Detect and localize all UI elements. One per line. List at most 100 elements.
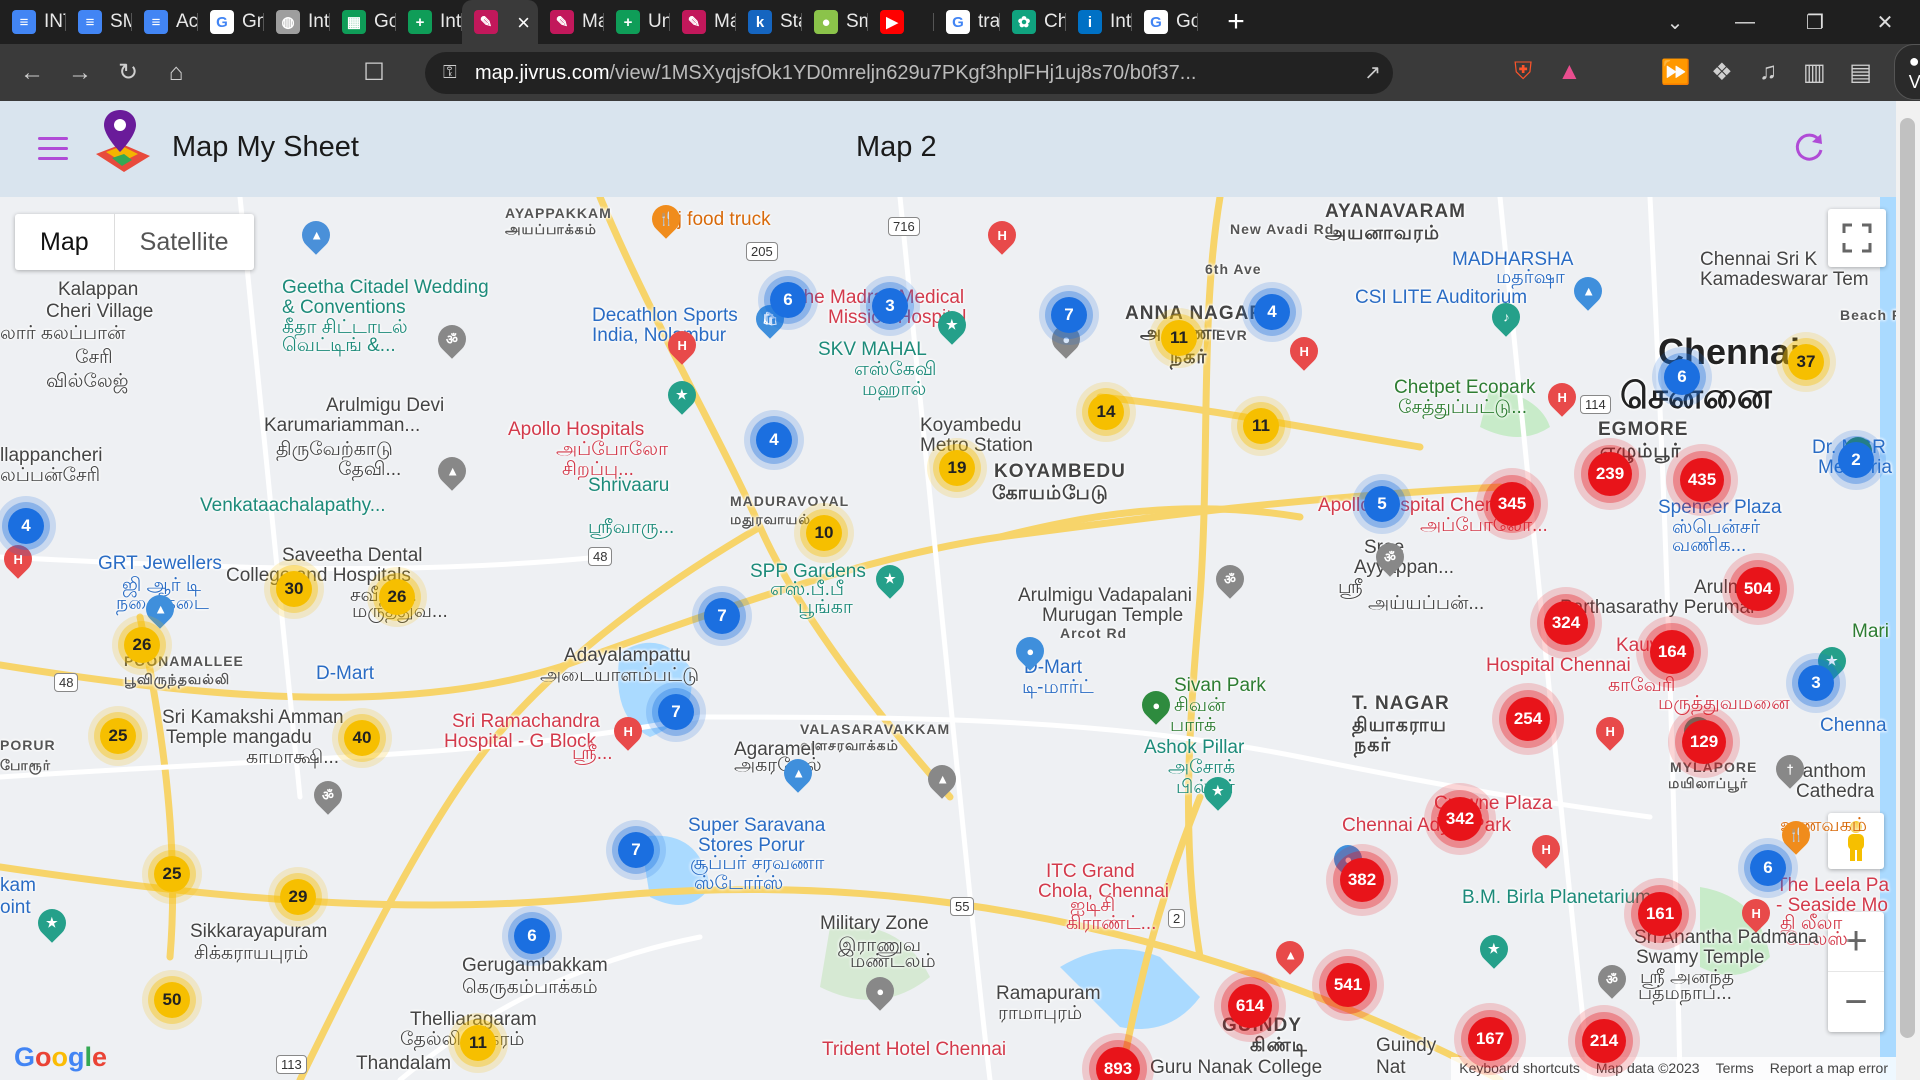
refresh-icon[interactable]	[1792, 131, 1826, 165]
browser-tab[interactable]: k Star	[736, 0, 802, 44]
marker-cluster-red[interactable]: 254	[1506, 697, 1550, 741]
marker-cluster-red[interactable]: 164	[1650, 630, 1694, 674]
marker-cluster-blue[interactable]: 4	[8, 508, 44, 544]
bookmark-icon[interactable]: ☐	[350, 49, 398, 97]
share-icon[interactable]: ↗	[1364, 60, 1381, 85]
browser-tab[interactable]: ● Sma	[802, 0, 868, 44]
back-icon[interactable]: ←	[8, 49, 56, 97]
marker-cluster-yellow[interactable]: 37	[1788, 344, 1824, 380]
marker-cluster-blue[interactable]: 6	[514, 918, 550, 954]
zoom-out-button[interactable]: −	[1828, 972, 1884, 1032]
new-tab-button[interactable]: +	[1216, 5, 1256, 39]
tab-search-icon[interactable]: ⌄	[1640, 10, 1710, 35]
fullscreen-icon[interactable]	[1828, 209, 1886, 267]
marker-cluster-blue[interactable]: 7	[1051, 297, 1087, 333]
marker-cluster-red[interactable]: 382	[1340, 858, 1384, 902]
browser-tab[interactable]: G Gm	[198, 0, 264, 44]
marker-cluster-yellow[interactable]: 25	[100, 718, 136, 754]
marker-cluster-yellow[interactable]: 10	[806, 515, 842, 551]
close-tab-icon[interactable]: ×	[517, 10, 530, 36]
extensions-icon[interactable]: ❖	[1699, 48, 1745, 96]
marker-cluster-yellow[interactable]: 14	[1088, 394, 1124, 430]
vpn-button[interactable]: ● VPN	[1893, 44, 1920, 100]
marker-cluster-blue[interactable]: 2	[1838, 442, 1874, 478]
media-icon[interactable]: ♫	[1745, 48, 1791, 96]
browser-tab[interactable]: ◍ Inte	[264, 0, 330, 44]
marker-cluster-red[interactable]: 239	[1588, 452, 1632, 496]
page-scrollbar-thumb[interactable]	[1900, 118, 1915, 1038]
marker-cluster-red[interactable]: 614	[1228, 984, 1272, 1028]
browser-tab[interactable]: ≡ Acc	[132, 0, 198, 44]
hamburger-menu-icon[interactable]	[38, 137, 68, 161]
sidebar-icon[interactable]: ▥	[1791, 48, 1837, 96]
marker-cluster-blue[interactable]: 3	[1798, 665, 1834, 701]
browser-tab[interactable]: + Inte	[396, 0, 462, 44]
map-place-label: தேவி...	[338, 459, 402, 480]
browser-tab[interactable]: ✿ Cha	[1000, 0, 1066, 44]
minimize-icon[interactable]: —	[1710, 11, 1780, 34]
browser-tab[interactable]: ✎ ×	[462, 0, 538, 44]
browser-tab[interactable]: + Unt	[604, 0, 670, 44]
marker-cluster-red[interactable]: 541	[1326, 963, 1370, 1007]
marker-cluster-yellow[interactable]: 26	[379, 579, 415, 615]
browser-tab[interactable]: ▶	[868, 0, 934, 44]
marker-cluster-red[interactable]: 345	[1490, 482, 1534, 526]
wallet-icon[interactable]: ▤	[1838, 48, 1884, 96]
marker-cluster-blue[interactable]: 7	[704, 598, 740, 634]
browser-tab[interactable]: ≡ SM	[66, 0, 132, 44]
marker-cluster-blue[interactable]: 6	[1750, 850, 1786, 886]
marker-cluster-red[interactable]: 129	[1682, 720, 1726, 764]
marker-cluster-blue[interactable]: 5	[1364, 486, 1400, 522]
brave-shield-icon[interactable]: ⛨	[1500, 48, 1546, 96]
terms-link[interactable]: Terms	[1708, 1057, 1762, 1080]
browser-tab[interactable]: ▦ Goc	[330, 0, 396, 44]
home-icon[interactable]: ⌂	[152, 49, 200, 97]
marker-cluster-red[interactable]: 342	[1438, 797, 1482, 841]
marker-cluster-yellow[interactable]: 11	[460, 1025, 496, 1061]
marker-cluster-red[interactable]: 324	[1544, 601, 1588, 645]
marker-cluster-blue[interactable]: 7	[618, 832, 654, 868]
browser-tab[interactable]: i Inte	[1066, 0, 1132, 44]
browser-tab-label: Unt	[648, 11, 670, 32]
report-map-error-link[interactable]: Report a map error	[1762, 1057, 1896, 1080]
marker-cluster-yellow[interactable]: 40	[344, 720, 380, 756]
reload-icon[interactable]: ↻	[104, 49, 152, 97]
marker-cluster-blue[interactable]: 6	[770, 282, 806, 318]
marker-cluster-red[interactable]: 435	[1680, 458, 1724, 502]
marker-cluster-yellow[interactable]: 25	[154, 856, 190, 892]
marker-cluster-blue[interactable]: 4	[756, 422, 792, 458]
browser-tab[interactable]: G Goc	[1132, 0, 1198, 44]
restore-icon[interactable]: ❐	[1780, 10, 1850, 35]
map-place-label: B.M. Birla Planetarium	[1462, 887, 1652, 908]
vpn-label: VPN	[1908, 72, 1920, 92]
browser-tab[interactable]: ✎ Maj	[538, 0, 604, 44]
marker-cluster-yellow[interactable]: 26	[124, 627, 160, 663]
close-window-icon[interactable]: ✕	[1850, 10, 1920, 35]
browser-tab[interactable]: ✎ Maj	[670, 0, 736, 44]
forward-icon[interactable]: →	[56, 49, 104, 97]
keyboard-shortcuts-link[interactable]: Keyboard shortcuts	[1451, 1057, 1588, 1080]
map-type-map-button[interactable]: Map	[15, 214, 115, 270]
marker-cluster-blue[interactable]: 4	[1254, 294, 1290, 330]
browser-tab[interactable]: Gtraf	[934, 0, 1000, 44]
marker-cluster-red[interactable]: 167	[1468, 1017, 1512, 1061]
address-bar[interactable]: ⚿ map.jivrus.com /view/1MSXyqjsfOk1YD0mr…	[425, 52, 1393, 94]
fast-forward-icon[interactable]: ⏩	[1653, 48, 1699, 96]
browser-tab[interactable]: ≡ INT	[0, 0, 66, 44]
map-canvas[interactable]: Map Satellite + − Google Keyboard shortc…	[0, 197, 1896, 1080]
map-place-label: Super Saravana	[688, 815, 826, 836]
marker-cluster-yellow[interactable]: 11	[1243, 408, 1279, 444]
marker-cluster-red[interactable]: 161	[1638, 892, 1682, 936]
marker-cluster-blue[interactable]: 3	[872, 288, 908, 324]
marker-cluster-yellow[interactable]: 29	[280, 879, 316, 915]
marker-cluster-yellow[interactable]: 11	[1161, 320, 1197, 356]
marker-cluster-red[interactable]: 504	[1736, 567, 1780, 611]
marker-cluster-yellow[interactable]: 50	[154, 982, 190, 1018]
marker-cluster-yellow[interactable]: 30	[276, 571, 312, 607]
marker-cluster-blue[interactable]: 6	[1664, 359, 1700, 395]
marker-cluster-red[interactable]: 214	[1582, 1019, 1626, 1063]
brave-rewards-icon[interactable]: ▲	[1546, 48, 1592, 96]
marker-cluster-yellow[interactable]: 19	[939, 450, 975, 486]
map-type-satellite-button[interactable]: Satellite	[115, 214, 254, 270]
marker-cluster-blue[interactable]: 7	[658, 694, 694, 730]
